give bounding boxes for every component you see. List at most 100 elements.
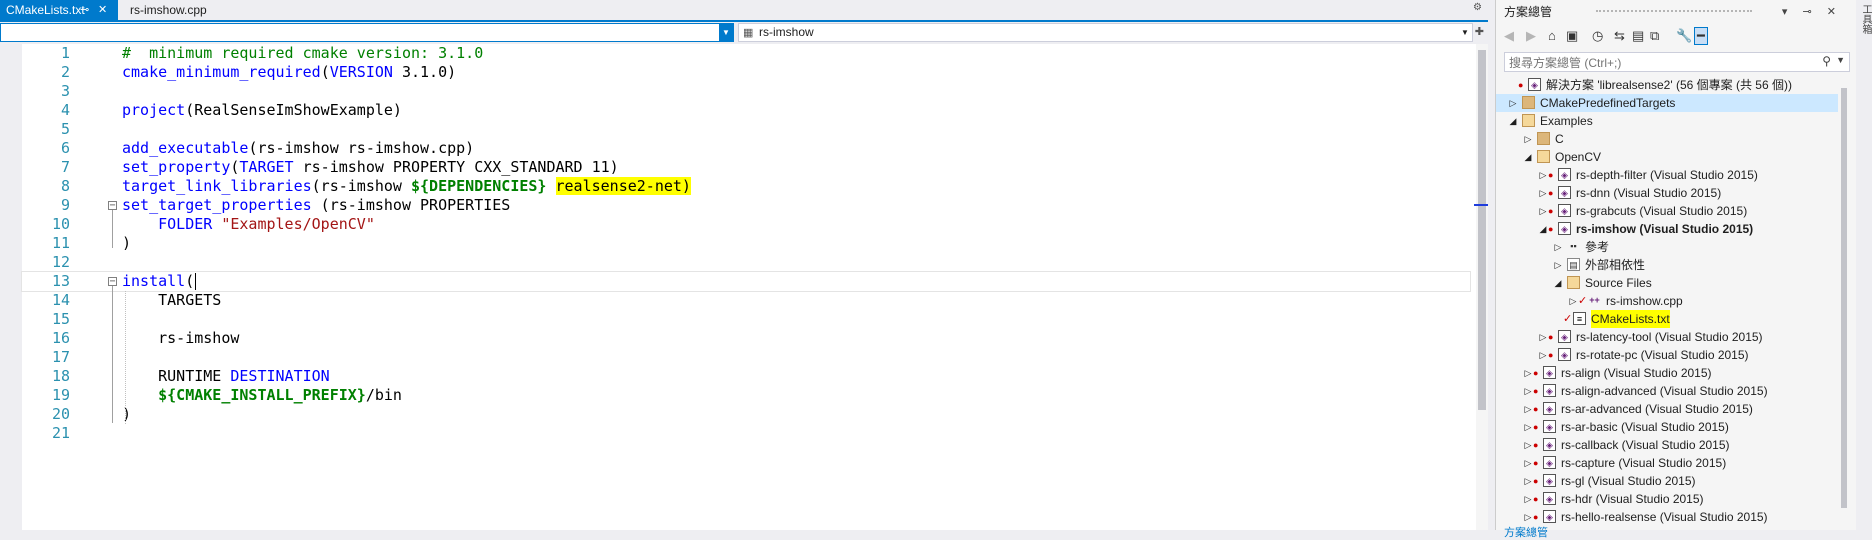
tab-cmakelists[interactable]: CMakeLists.txt ⊸ ✕ (0, 0, 118, 20)
properties-icon[interactable]: 🔧 (1676, 28, 1692, 44)
home-icon[interactable]: ⌂ (1548, 28, 1556, 43)
code-line[interactable]: 20) (22, 405, 1470, 424)
expand-arrow-icon[interactable]: ▷ (1523, 418, 1533, 436)
search-icon[interactable]: ⚲ (1822, 54, 1831, 68)
tree-node[interactable]: ▷ ● ◈ rs-gl (Visual Studio 2015) (1496, 472, 1838, 490)
scrollbar-thumb[interactable] (1478, 50, 1486, 410)
code-line[interactable]: 7 set_property(TARGET rs-imshow PROPERTY … (22, 158, 1470, 177)
solution-tree[interactable]: ● ◈ 解決方案 'librealsense2' (56 個專案 (共 56 個))… (1496, 76, 1856, 530)
tree-node[interactable]: ▷ CMakePredefinedTargets (1496, 94, 1838, 112)
code-area[interactable]: 1 # minimum required cmake version: 3.1.0… (21, 44, 1471, 530)
expand-arrow-icon[interactable]: ▷ (1538, 166, 1548, 184)
code-line[interactable]: 10 FOLDER "Examples/OpenCV" (22, 215, 1470, 234)
expand-arrow-icon[interactable]: ▷ (1538, 328, 1548, 346)
scope-dropdown[interactable]: ▼ (0, 23, 734, 42)
scrollbar-thumb[interactable] (1841, 88, 1847, 508)
tree-node[interactable]: ▷ C (1496, 130, 1838, 148)
tree-scrollbar[interactable] (1838, 76, 1850, 530)
pin-icon[interactable]: ⊸ (80, 0, 89, 20)
split-icon[interactable]: ✚ (1475, 25, 1484, 38)
toolbox-tab[interactable]: 工具箱 (1858, 4, 1872, 34)
code-line[interactable]: 15 (22, 310, 1470, 329)
expand-arrow-icon[interactable]: ▷ (1523, 382, 1533, 400)
expand-arrow-icon[interactable]: ▷ (1553, 238, 1563, 256)
refresh-icon[interactable]: ▤ (1632, 28, 1644, 44)
close-icon[interactable]: ✕ (98, 0, 107, 20)
collapse-arrow-icon[interactable]: ◢ (1538, 220, 1548, 238)
code-line[interactable]: 16 rs-imshow (22, 329, 1470, 348)
code-line[interactable]: 13 − install( (21, 271, 1471, 292)
expand-arrow-icon[interactable]: ▷ (1523, 472, 1533, 490)
collapse-arrow-icon[interactable]: ◢ (1508, 112, 1518, 130)
code-line[interactable]: 9 − set_target_properties (rs-imshow PROPE… (22, 196, 1470, 215)
code-line[interactable]: 11) (22, 234, 1470, 253)
expand-arrow-icon[interactable]: ▷ (1538, 202, 1548, 220)
tree-node[interactable]: ◢ Source Files (1496, 274, 1838, 292)
expand-arrow-icon[interactable]: ▷ (1553, 256, 1563, 274)
chevron-down-icon[interactable]: ▼ (1836, 55, 1845, 65)
collapse-icon[interactable]: − (108, 201, 117, 211)
tree-node[interactable]: ▷ ● ◈ rs-latency-tool (Visual Studio 2015) (1496, 328, 1838, 346)
tree-node[interactable]: ▷ ✓ ++ rs-imshow.cpp (1496, 292, 1838, 310)
code-line[interactable]: 4 project(RealSenseImShowExample) (22, 101, 1470, 120)
forward-icon[interactable]: ▶ (1526, 28, 1536, 44)
switch-views-icon[interactable]: ▣ (1566, 28, 1578, 44)
collapse-icon[interactable]: − (108, 277, 117, 287)
expand-arrow-icon[interactable]: ▷ (1523, 364, 1533, 382)
code-line[interactable]: 19 ${CMAKE_INSTALL_PREFIX}/bin (22, 386, 1470, 405)
code-line[interactable]: 12 (22, 253, 1470, 272)
tree-node[interactable]: ▷ ● ◈ rs-callback (Visual Studio 2015) (1496, 436, 1838, 454)
code-line[interactable]: 5 (22, 120, 1470, 139)
panel-window-controls[interactable]: ▾ ⊸ ✕ (1782, 0, 1842, 24)
code-editor[interactable]: CMakeLists.txt ⊸ ✕ rs-imshow.cpp ⚙ ▼ ▦ r… (0, 0, 1490, 530)
expand-arrow-icon[interactable]: ▷ (1523, 490, 1533, 508)
sync-icon[interactable]: ⇆ (1614, 28, 1625, 44)
tree-node[interactable]: ▷ ▤ 外部相依性 (1496, 256, 1838, 274)
tree-node[interactable]: ◢ ● ◈ rs-imshow (Visual Studio 2015) (1496, 220, 1838, 238)
panel-splitter[interactable] (1488, 0, 1496, 530)
expand-arrow-icon[interactable]: ▷ (1523, 400, 1533, 418)
chevron-down-icon[interactable]: ▼ (719, 24, 733, 41)
collapse-arrow-icon[interactable]: ◢ (1553, 274, 1563, 292)
back-icon[interactable]: ◀ (1504, 28, 1514, 44)
drag-handle[interactable] (1596, 10, 1752, 16)
vertical-scrollbar[interactable] (1476, 44, 1488, 530)
expand-arrow-icon[interactable]: ▷ (1523, 436, 1533, 454)
member-dropdown[interactable]: ▦ rs-imshow ▼ (738, 23, 1473, 42)
tree-node[interactable]: ▷ ▪▪ 參考 (1496, 238, 1838, 256)
expand-arrow-icon[interactable]: ▷ (1523, 130, 1533, 148)
code-line[interactable]: 21 (22, 424, 1470, 443)
tree-node[interactable]: ▷ ● ◈ rs-align (Visual Studio 2015) (1496, 364, 1838, 382)
tab-rs-imshow-cpp[interactable]: rs-imshow.cpp (124, 0, 213, 20)
expand-arrow-icon[interactable]: ▷ (1508, 94, 1518, 112)
tree-node[interactable]: ▷ ● ◈ rs-ar-basic (Visual Studio 2015) (1496, 418, 1838, 436)
tree-node[interactable]: ▷ ● ◈ rs-rotate-pc (Visual Studio 2015) (1496, 346, 1838, 364)
collapse-arrow-icon[interactable]: ◢ (1523, 148, 1533, 166)
chevron-down-icon[interactable]: ▼ (1458, 24, 1472, 41)
expand-arrow-icon[interactable]: ▷ (1538, 346, 1548, 364)
tree-node[interactable]: ▷ ● ◈ rs-grabcuts (Visual Studio 2015) (1496, 202, 1838, 220)
collapse-all-icon[interactable]: ⧉ (1650, 28, 1659, 44)
tree-node[interactable]: ▷ ● ◈ rs-dnn (Visual Studio 2015) (1496, 184, 1838, 202)
expand-arrow-icon[interactable]: ▷ (1538, 184, 1548, 202)
tree-node[interactable]: ◢ OpenCV (1496, 148, 1838, 166)
tree-node[interactable]: ▷ ● ◈ rs-depth-filter (Visual Studio 2015) (1496, 166, 1838, 184)
settings-icon[interactable]: ⚙ (1473, 2, 1482, 13)
code-line[interactable]: 8 target_link_libraries(rs-imshow ${DEPEN… (22, 177, 1470, 196)
tree-node[interactable]: ▷ ● ◈ rs-hdr (Visual Studio 2015) (1496, 490, 1838, 508)
search-input[interactable] (1507, 54, 1811, 72)
code-line[interactable]: 6 add_executable(rs-imshow rs-imshow.cpp) (22, 139, 1470, 158)
code-line[interactable]: 18 RUNTIME DESTINATION (22, 367, 1470, 386)
expand-arrow-icon[interactable]: ▷ (1568, 292, 1578, 310)
tree-node[interactable]: ✓ ≡ CMakeLists.txt (1496, 310, 1838, 328)
tree-node[interactable]: ◢ Examples (1496, 112, 1838, 130)
tree-node[interactable]: ▷ ● ◈ rs-align-advanced (Visual Studio 2015… (1496, 382, 1838, 400)
code-line[interactable]: 17 (22, 348, 1470, 367)
tab-solution-explorer[interactable]: 方案總管 (1504, 524, 1548, 540)
code-line[interactable]: 14 TARGETS (22, 291, 1470, 310)
search-box[interactable]: ⚲ ▼ (1504, 52, 1850, 72)
code-line[interactable]: 2 cmake_minimum_required(VERSION 3.1.0) (22, 63, 1470, 82)
code-line[interactable]: 1 # minimum required cmake version: 3.1.0 (22, 44, 1470, 63)
preview-icon[interactable]: ━ (1694, 27, 1708, 45)
tree-node[interactable]: ▷ ● ◈ rs-capture (Visual Studio 2015) (1496, 454, 1838, 472)
